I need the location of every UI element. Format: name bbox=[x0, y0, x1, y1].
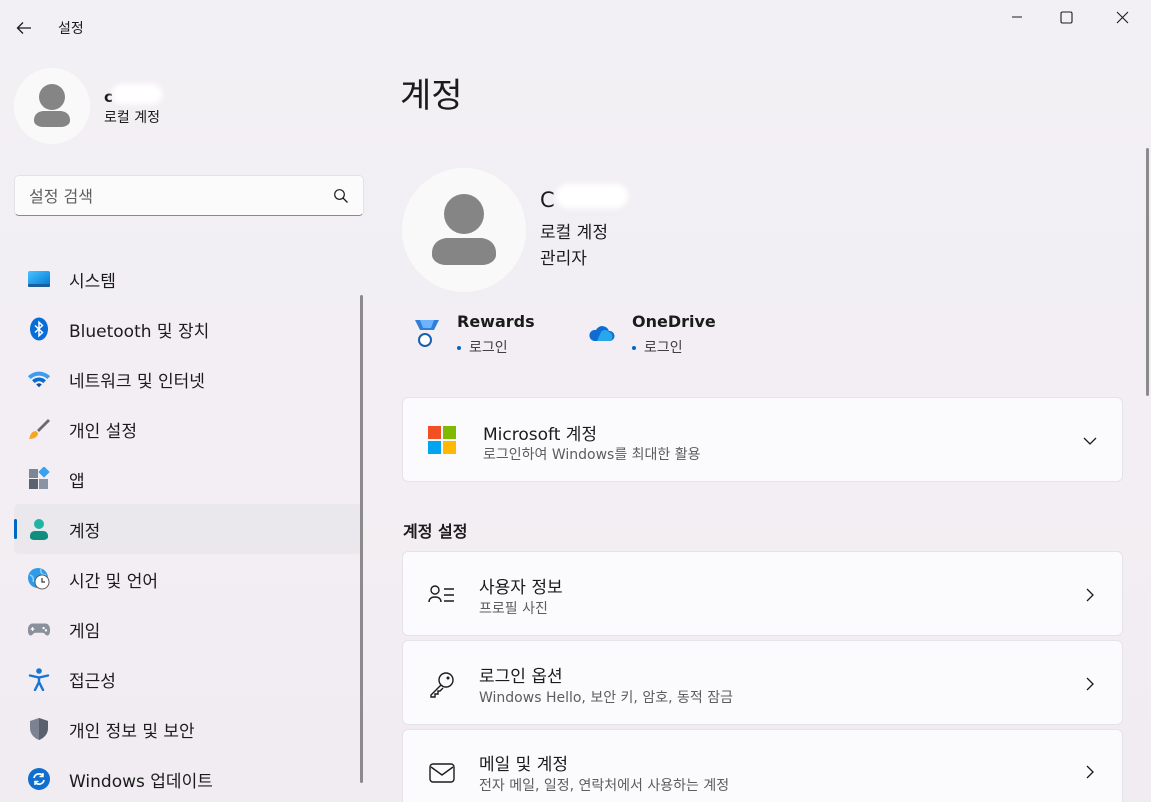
sidebar-item-accessibility[interactable]: 접근성 bbox=[14, 654, 362, 704]
card-title: Microsoft 계정 bbox=[483, 425, 598, 445]
sidebar-item-gaming[interactable]: 게임 bbox=[14, 604, 362, 654]
sidebar-item-network[interactable]: 네트워크 및 인터넷 bbox=[14, 354, 362, 404]
user-info-card[interactable]: 사용자 정보 프로필 사진 bbox=[402, 551, 1123, 636]
sidebar-item-label: 개인 정보 및 보안 bbox=[69, 721, 195, 742]
minimize-icon bbox=[1012, 16, 1022, 18]
sidebar-scrollbar[interactable] bbox=[360, 295, 363, 783]
sidebar-item-label: Bluetooth 및 장치 bbox=[69, 321, 210, 342]
sidebar-nav: 시스템 Bluetooth 및 장치 네트워크 및 인터넷 개인 설정 앱 계정 bbox=[14, 254, 362, 802]
service-name: OneDrive bbox=[632, 312, 716, 331]
apps-icon bbox=[27, 467, 51, 491]
shield-icon bbox=[27, 717, 51, 741]
person-silhouette-icon bbox=[432, 194, 496, 265]
sidebar-item-privacy[interactable]: 개인 정보 및 보안 bbox=[14, 704, 362, 754]
chevron-down-icon[interactable] bbox=[1082, 433, 1098, 449]
profile-account-type: 로컬 계정 bbox=[104, 110, 160, 126]
user-info-icon bbox=[427, 580, 457, 610]
sidebar-item-windows-update[interactable]: Windows 업데이트 bbox=[14, 754, 362, 802]
sidebar-item-label: 개인 설정 bbox=[69, 421, 137, 442]
status-dot bbox=[632, 346, 636, 350]
chevron-right-icon[interactable] bbox=[1082, 676, 1098, 692]
search-icon[interactable] bbox=[333, 188, 349, 204]
card-title: 사용자 정보 bbox=[479, 578, 563, 598]
search-box[interactable] bbox=[14, 175, 364, 216]
service-status-label: 로그인 bbox=[469, 340, 508, 356]
card-title: 로그인 옵션 bbox=[479, 667, 563, 687]
page-title: 계정 bbox=[400, 76, 463, 116]
account-name: C bbox=[540, 188, 555, 212]
close-button[interactable] bbox=[1099, 0, 1145, 34]
sidebar-item-accounts[interactable]: 계정 bbox=[14, 504, 362, 554]
sidebar-item-personalization[interactable]: 개인 설정 bbox=[14, 404, 362, 454]
maximize-button[interactable] bbox=[1043, 0, 1089, 34]
redaction-blur bbox=[556, 184, 628, 208]
gamepad-icon bbox=[27, 617, 51, 641]
sidebar-item-label: 시스템 bbox=[69, 271, 116, 292]
service-status-label: 로그인 bbox=[644, 340, 683, 356]
accessibility-icon bbox=[27, 667, 51, 691]
maximize-icon bbox=[1059, 10, 1073, 24]
mail-icon bbox=[427, 758, 457, 788]
account-role: 관리자 bbox=[540, 249, 587, 269]
main-scrollbar[interactable] bbox=[1146, 148, 1149, 396]
active-indicator bbox=[14, 519, 17, 539]
card-title: 메일 및 계정 bbox=[479, 755, 569, 775]
redaction-blur bbox=[112, 84, 162, 104]
email-accounts-card[interactable]: 메일 및 계정 전자 메일, 일정, 연락처에서 사용하는 계정 bbox=[402, 729, 1123, 802]
display-icon bbox=[27, 267, 51, 291]
sign-in-options-card[interactable]: 로그인 옵션 Windows Hello, 보안 키, 암호, 동적 잠금 bbox=[402, 640, 1123, 725]
chevron-right-icon[interactable] bbox=[1082, 764, 1098, 780]
back-arrow-icon bbox=[16, 22, 31, 34]
sidebar-item-time-language[interactable]: 시간 및 언어 bbox=[14, 554, 362, 604]
service-status: 로그인 bbox=[457, 337, 508, 357]
back-button[interactable] bbox=[8, 12, 40, 44]
rewards-medal-icon bbox=[415, 320, 439, 347]
sidebar-item-label: 게임 bbox=[69, 621, 101, 642]
onedrive-cloud-icon bbox=[589, 326, 615, 341]
account-avatar[interactable] bbox=[402, 168, 526, 292]
chevron-right-icon[interactable] bbox=[1082, 587, 1098, 603]
clock-globe-icon bbox=[27, 567, 51, 591]
update-icon bbox=[27, 767, 51, 791]
wifi-icon bbox=[27, 367, 51, 391]
sidebar-item-label: 계정 bbox=[69, 521, 101, 542]
rewards-service[interactable]: Rewards 로그인 bbox=[412, 310, 562, 360]
sidebar-item-bluetooth[interactable]: Bluetooth 및 장치 bbox=[14, 304, 362, 354]
card-subtitle: 전자 메일, 일정, 연락처에서 사용하는 계정 bbox=[479, 778, 730, 794]
sidebar-item-label: 접근성 bbox=[69, 671, 116, 692]
card-subtitle: 로그인하여 Windows를 최대한 활용 bbox=[483, 447, 701, 463]
bluetooth-icon bbox=[27, 317, 51, 341]
microsoft-account-card[interactable]: Microsoft 계정 로그인하여 Windows를 최대한 활용 bbox=[402, 397, 1123, 482]
key-icon bbox=[427, 669, 457, 699]
app-title: 설정 bbox=[58, 21, 84, 37]
section-title: 계정 설정 bbox=[403, 522, 468, 541]
brush-icon bbox=[27, 417, 51, 441]
close-icon bbox=[1116, 11, 1128, 23]
person-icon bbox=[27, 517, 51, 541]
status-dot bbox=[457, 346, 461, 350]
sidebar-item-apps[interactable]: 앱 bbox=[14, 454, 362, 504]
title-bar: 설정 bbox=[0, 0, 1151, 54]
minimize-button[interactable] bbox=[994, 0, 1040, 34]
sidebar-item-label: Windows 업데이트 bbox=[69, 771, 213, 792]
account-type: 로컬 계정 bbox=[540, 223, 608, 243]
person-silhouette-icon bbox=[34, 84, 70, 127]
card-subtitle: 프로필 사진 bbox=[479, 601, 548, 617]
microsoft-logo-icon bbox=[427, 425, 457, 455]
sidebar-item-label: 네트워크 및 인터넷 bbox=[69, 371, 205, 392]
avatar[interactable] bbox=[14, 68, 90, 144]
service-status: 로그인 bbox=[632, 337, 683, 357]
service-name: Rewards bbox=[457, 312, 535, 331]
sidebar-item-label: 앱 bbox=[69, 471, 85, 492]
search-input[interactable] bbox=[29, 185, 329, 207]
card-subtitle: Windows Hello, 보안 키, 암호, 동적 잠금 bbox=[479, 690, 733, 706]
onedrive-service[interactable]: OneDrive 로그인 bbox=[587, 310, 737, 360]
sidebar-item-label: 시간 및 언어 bbox=[69, 571, 159, 592]
sidebar-item-system[interactable]: 시스템 bbox=[14, 254, 362, 304]
